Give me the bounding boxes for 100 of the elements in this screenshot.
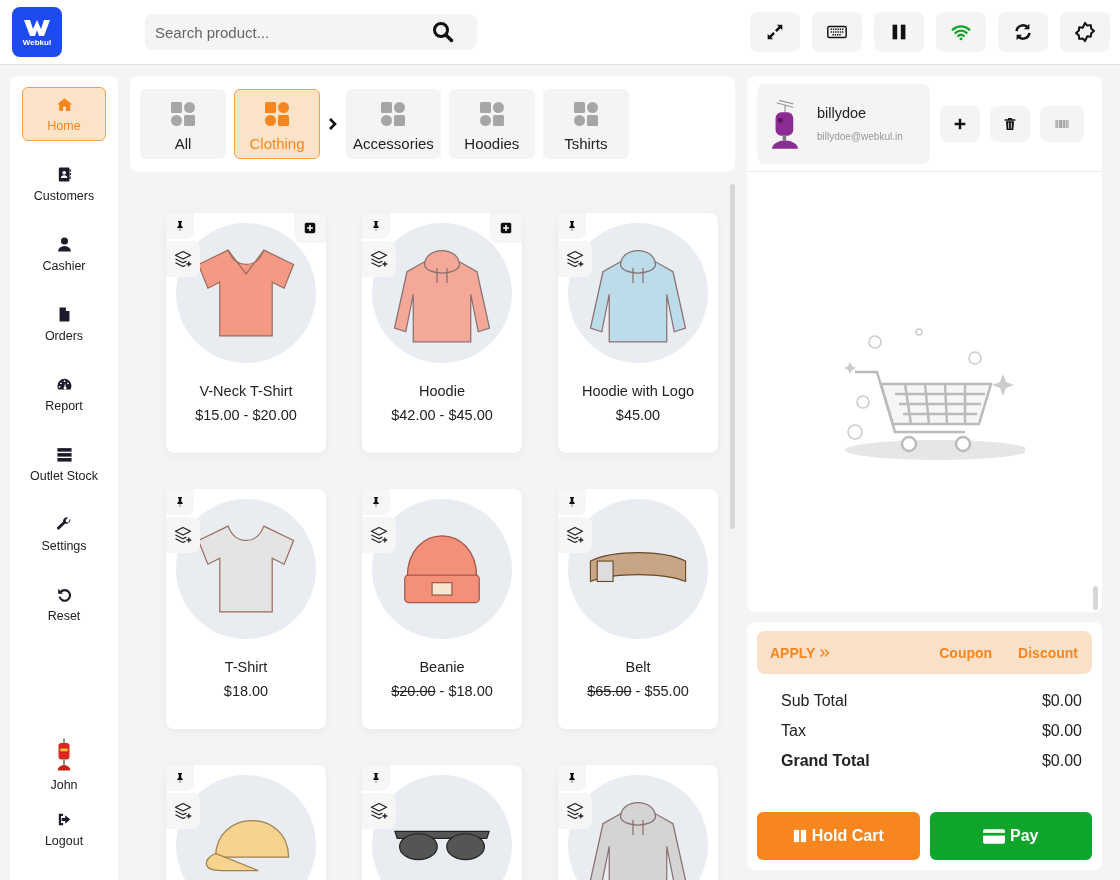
pin-button[interactable] [166, 489, 194, 515]
layers-button[interactable] [362, 241, 396, 277]
layers-button[interactable] [166, 793, 200, 829]
product-price: $18.00 [448, 683, 493, 699]
double-chevron-icon [819, 646, 832, 659]
product-name: Beanie [419, 659, 465, 675]
expand-button[interactable] [750, 12, 800, 52]
layers-button[interactable] [166, 241, 200, 277]
layers-button[interactable] [558, 517, 592, 553]
total-label: Tax [781, 722, 806, 740]
price-separator: - [439, 683, 445, 699]
layers-button[interactable] [362, 517, 396, 553]
sidebar-item[interactable]: Settings [22, 507, 106, 561]
customer-name: billydoe [817, 104, 868, 121]
category-tab[interactable]: Tshirts [542, 89, 629, 159]
shapes-icon [572, 101, 599, 127]
sidebar-item[interactable]: Cashier [22, 227, 106, 281]
customer-email: billydoe@webkul.in [817, 130, 904, 143]
product-name: Hoodie [419, 383, 465, 399]
layers-plus-icon [369, 249, 389, 269]
product-card[interactable]: Beanie $20.00 - $18.00 [362, 489, 522, 729]
user-name: John [50, 778, 78, 792]
sidebar-item[interactable]: Customers [22, 157, 106, 211]
product-card[interactable]: Belt $65.00 - $55.00 [558, 489, 718, 729]
product-price: $18.00 [223, 683, 269, 699]
product-price: $45.00 [615, 407, 661, 423]
product-card[interactable]: T-Shirt $18.00 [166, 489, 326, 729]
plus-square-icon [499, 221, 513, 235]
total-label: Grand Total [781, 752, 870, 770]
sidebar-item[interactable]: Report [22, 367, 106, 421]
layers-button[interactable] [558, 241, 592, 277]
scrollbar[interactable] [730, 184, 735, 529]
logout-button[interactable]: Logout [22, 802, 106, 856]
keyboard-button[interactable] [812, 12, 862, 52]
refresh-icon [1012, 21, 1034, 43]
logo-text: Webkul [22, 37, 52, 47]
pin-button[interactable] [362, 213, 390, 239]
stack-icon [55, 445, 73, 463]
sidebar-item[interactable]: Orders [22, 297, 106, 351]
original-price: $20.00 [391, 683, 436, 699]
product-name: T-Shirt [224, 659, 268, 675]
wifi-button[interactable] [936, 12, 986, 52]
sync-button[interactable] [998, 12, 1048, 52]
category-tab[interactable]: All [140, 89, 226, 159]
product-card[interactable]: Hoodie with Logo $45.00 [558, 213, 718, 453]
add-button[interactable] [940, 105, 980, 142]
pause-button[interactable] [874, 12, 924, 52]
product-card[interactable]: V-Neck T-Shirt $15.00 - $20.00 [166, 213, 326, 453]
pin-button[interactable] [362, 765, 390, 791]
category-tab[interactable]: Accessories [346, 89, 441, 159]
layers-plus-icon [369, 801, 389, 821]
pause-icon [792, 829, 807, 843]
pin-button[interactable] [362, 489, 390, 515]
total-label: Sub Total [781, 692, 848, 710]
layers-plus-icon [173, 249, 193, 269]
sidebar-item[interactable]: Outlet Stock [22, 437, 106, 491]
price-separator: - [635, 683, 641, 699]
layers-button[interactable] [362, 793, 396, 829]
shapes-icon [380, 101, 407, 127]
credit-card-icon [983, 828, 1005, 844]
trash-icon [1002, 115, 1018, 132]
layers-plus-icon [565, 801, 585, 821]
layers-button[interactable] [558, 793, 592, 829]
product-name: Belt [625, 659, 651, 675]
product-name: Hoodie with Logo [581, 383, 695, 399]
pin-button[interactable] [558, 489, 586, 515]
delete-button[interactable] [990, 105, 1030, 142]
original-price: $65.00 [587, 683, 632, 699]
add-variant-button[interactable] [490, 213, 522, 243]
home-icon [55, 95, 73, 113]
layers-plus-icon [565, 525, 585, 545]
logo-mark-icon [22, 17, 52, 38]
search-icon[interactable] [431, 20, 455, 44]
pin-button[interactable] [558, 213, 586, 239]
pin-button[interactable] [166, 765, 194, 791]
layers-plus-icon [369, 525, 389, 545]
plus-square-icon [303, 221, 317, 235]
pin-button[interactable] [166, 213, 194, 239]
settings-button[interactable] [1060, 12, 1110, 52]
layers-plus-icon [173, 525, 193, 545]
product-card[interactable]: Hoodie $42.00 - $45.00 [362, 213, 522, 453]
scrollbar[interactable] [1093, 586, 1098, 610]
wrench-icon [55, 515, 73, 533]
layers-plus-icon [565, 249, 585, 269]
category-tab[interactable]: Hoodies [448, 89, 535, 159]
gear-icon [1074, 21, 1096, 43]
shapes-icon [264, 101, 290, 127]
total-value: $0.00 [1041, 692, 1082, 710]
product-name: V-Neck T-Shirt [199, 383, 293, 399]
add-variant-button[interactable] [294, 213, 326, 243]
total-value: $0.00 [1041, 722, 1082, 740]
pin-button[interactable] [558, 765, 586, 791]
layers-button[interactable] [166, 517, 200, 553]
shapes-icon [478, 101, 505, 127]
customer-card[interactable]: billydoe billydoe@webkul.in [757, 83, 930, 164]
search-field[interactable]: Search product... [145, 14, 477, 50]
shapes-icon [170, 101, 196, 127]
sidebar-item[interactable]: Reset [22, 577, 106, 631]
person-icon [55, 235, 73, 253]
product-price: $42.00 - $45.00 [391, 407, 493, 423]
